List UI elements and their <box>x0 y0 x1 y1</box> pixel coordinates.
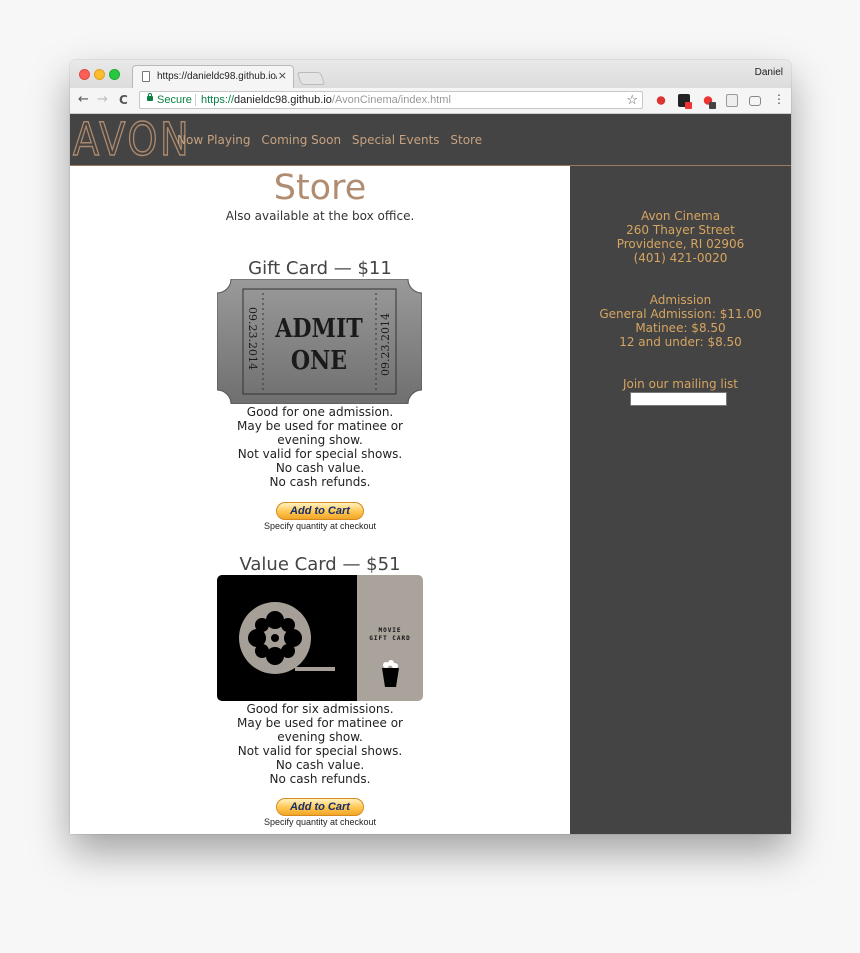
nav-now-playing[interactable]: Now Playing <box>177 133 251 147</box>
gift-desc-line: No cash refunds. <box>269 475 371 489</box>
mailing-list-label: Join our mailing list <box>622 377 739 391</box>
browser-window: https://danieldc98.github.io/Av × Daniel… <box>70 60 791 834</box>
url-host: danieldc98.github.io <box>234 94 332 106</box>
lock-icon <box>147 93 153 101</box>
secure-label: Secure <box>157 94 192 106</box>
admission-line: 12 and under: $8.50 <box>619 335 742 349</box>
store-content: Store Also available at the box office. … <box>70 166 570 834</box>
minimize-window-button[interactable] <box>94 69 105 80</box>
address-line: Avon Cinema <box>640 209 721 223</box>
admission-prices: Admission General Admission: $11.00 Mati… <box>570 293 791 349</box>
admission-line: Matinee: $8.50 <box>635 321 726 335</box>
value-card-qty-note: Specify quantity at checkout <box>263 817 377 827</box>
extension-page-icon[interactable] <box>726 94 738 107</box>
page-viewport: AVON Now Playing Coming Soon Special Eve… <box>70 114 791 834</box>
title-bar: https://danieldc98.github.io/Av × Daniel <box>70 60 791 88</box>
url-scheme: https:// <box>201 94 235 106</box>
bookmark-star-icon[interactable]: ☆ <box>626 92 638 108</box>
avon-logo[interactable]: AVON <box>72 116 191 164</box>
reload-icon[interactable]: C <box>119 93 128 107</box>
browser-tab[interactable]: https://danieldc98.github.io/Av × <box>132 65 294 88</box>
url-text: https://danieldc98.github.io/AvonCinema/… <box>201 94 451 106</box>
address-line: 260 Thayer Street <box>626 223 735 237</box>
gift-card-description: Good for one admission. May be used for … <box>220 405 420 489</box>
browser-toolbar: ← → C Secure https://danieldc98.github.i… <box>70 88 791 114</box>
value-desc-line: No cash value. <box>275 758 365 772</box>
tab-close-icon[interactable]: × <box>278 69 287 82</box>
gift-card-qty-note: Specify quantity at checkout <box>263 521 377 531</box>
value-card-image: MOVIE GIFT CARD <box>217 575 423 701</box>
ticket-admit-text: ADMIT <box>274 312 362 343</box>
page-icon <box>142 71 150 82</box>
forward-arrow-icon[interactable]: → <box>97 92 108 107</box>
cinema-address: Avon Cinema 260 Thayer Street Providence… <box>570 209 791 265</box>
value-desc-line: Not valid for special shows. <box>237 744 403 758</box>
extension-badge-icon[interactable] <box>678 94 692 109</box>
page-subtitle: Also available at the box office. <box>225 209 415 223</box>
extension-badge-dot-2 <box>709 102 716 109</box>
value-card-add-to-cart-button[interactable]: Add to Cart <box>276 798 364 816</box>
back-arrow-icon[interactable]: ← <box>78 92 89 107</box>
new-tab-button[interactable] <box>296 72 326 85</box>
extension-badge-dot <box>685 102 692 109</box>
site-nav: Now Playing Coming Soon Special Events S… <box>177 133 489 147</box>
ticket-date-left: 09.23.2014 <box>246 307 259 370</box>
camera-icon[interactable] <box>749 96 761 106</box>
value-desc-line: May be used for matinee or <box>237 716 403 730</box>
value-card-description: Good for six admissions. May be used for… <box>220 702 420 786</box>
value-card-title: Value Card — $51 <box>239 554 401 575</box>
address-bar[interactable]: Secure https://danieldc98.github.io/Avon… <box>139 91 643 109</box>
nav-special-events[interactable]: Special Events <box>352 133 440 147</box>
gift-desc-line: No cash value. <box>275 461 365 475</box>
page-title: Store <box>273 168 367 208</box>
value-desc-line: Good for six admissions. <box>246 702 394 716</box>
gift-desc-line: evening show. <box>277 433 363 447</box>
address-line: (401) 421-0020 <box>633 251 728 265</box>
tab-title: https://danieldc98.github.io/Av <box>157 71 277 82</box>
value-card-dark-panel <box>217 575 357 701</box>
site-header: AVON Now Playing Coming Soon Special Eve… <box>70 114 791 166</box>
gift-desc-line: Good for one admission. <box>246 405 394 419</box>
address-line: Providence, RI 02906 <box>616 237 745 251</box>
nav-store[interactable]: Store <box>450 133 482 147</box>
url-path: /AvonCinema/index.html <box>331 94 451 106</box>
film-reel-icon <box>239 602 335 674</box>
nav-coming-soon[interactable]: Coming Soon <box>261 133 341 147</box>
admission-line: General Admission: $11.00 <box>599 307 762 321</box>
profile-name[interactable]: Daniel <box>755 67 783 78</box>
ticket-date-right: 09.23.2014 <box>379 313 392 376</box>
gift-desc-line: May be used for matinee or <box>237 419 403 433</box>
info-sidebar: Avon Cinema 260 Thayer Street Providence… <box>570 166 791 834</box>
gift-desc-line: Not valid for special shows. <box>237 447 403 461</box>
extension-red-g-icon[interactable] <box>702 94 716 109</box>
popcorn-icon <box>382 660 399 687</box>
ticket-one-text: ONE <box>291 344 347 375</box>
value-desc-line: No cash refunds. <box>269 772 371 786</box>
mailing-list-email-input[interactable] <box>630 392 727 406</box>
value-card-light-panel: MOVIE GIFT CARD <box>357 575 423 701</box>
menu-kebab-icon[interactable]: ⋮ <box>773 92 785 106</box>
gift-card-add-to-cart-button[interactable]: Add to Cart <box>276 502 364 520</box>
admission-line: Admission <box>649 293 712 307</box>
close-window-button[interactable] <box>79 69 90 80</box>
maximize-window-button[interactable] <box>109 69 120 80</box>
extension-red-icon[interactable] <box>655 94 667 107</box>
admit-one-ticket-image: ADMIT ONE 09.23.2014 09.23.2014 <box>217 279 422 404</box>
gift-card-title: Gift Card — $11 <box>248 258 392 279</box>
address-separator <box>195 94 196 106</box>
value-desc-line: evening show. <box>277 730 363 744</box>
